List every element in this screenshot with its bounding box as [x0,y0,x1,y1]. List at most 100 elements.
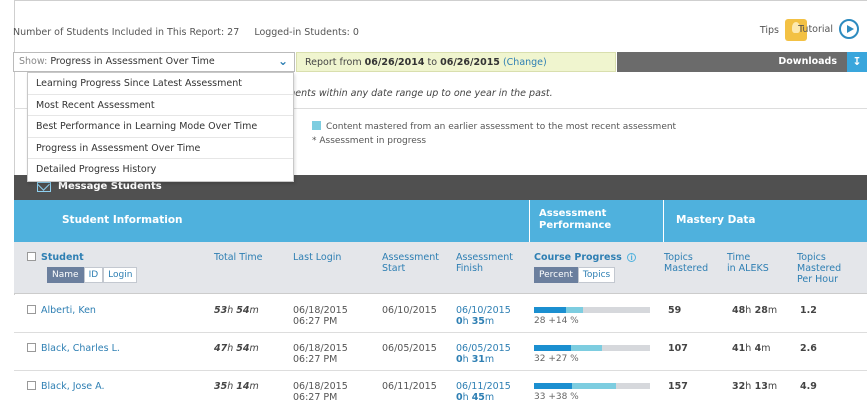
assessment-performance-header: Assessment Performance [530,200,664,242]
course-progress-percent: 28 +14 % [534,316,579,326]
total-time-cell: 35h 14m [214,381,259,392]
percent-button[interactable]: Percent [534,267,578,283]
assessment-finish-line1: Assessment [456,252,513,263]
show-value: Progress in Assessment Over Time [50,56,215,67]
finish-hours: 0 [456,354,463,365]
progress-prior-fill [534,383,573,389]
report-to-word: to [427,57,438,68]
legend-in-progress: * Assessment in progress [312,136,427,146]
topics-button[interactable]: Topics [577,267,616,283]
time-in-aleks-cell: 48h 28m [732,305,777,316]
chevron-down-icon: ⌄ [277,54,288,68]
aleks-hours: 32 [732,381,746,392]
play-icon [839,19,859,39]
report-type-menu: Learning Progress Since Latest Assessmen… [27,72,294,182]
assessment-finish-link[interactable]: 06/11/2015 0h 45m [456,381,511,403]
column-headers: Student Name ID Login Total Time Last Lo… [14,242,867,294]
assessment-finish-link[interactable]: 06/10/2015 0h 35m [456,305,511,327]
legend-mastered-text: Content mastered from an earlier assessm… [326,122,677,132]
progress-gain-fill [572,383,617,389]
aleks-hours: 41 [732,343,746,354]
tutorial-label: Tutorial [798,23,833,35]
total-hours: 53 [214,305,228,316]
finish-date: 06/10/2015 [456,305,511,316]
table-row: Black, Jose A. 35h 14m 06/18/2015 06:27 … [14,371,867,406]
topics-per-hour-cell: 2.6 [800,343,817,354]
student-name-link[interactable]: Black, Jose A. [41,381,105,392]
last-login-cell: 06/18/2015 06:27 PM [293,381,348,403]
topics-mastered-column-header[interactable]: Topics Mastered [664,252,708,274]
topics-per-hour-cell: 1.2 [800,305,817,316]
hours-unit: h [462,354,469,365]
menu-item-learning-progress[interactable]: Learning Progress Since Latest Assessmen… [28,73,293,95]
last-login-date: 06/18/2015 [293,305,348,316]
select-all-checkbox[interactable] [27,252,36,261]
topics-per-hour-line3: Per Hour [797,274,839,285]
minutes-unit: m [249,343,259,354]
show-report-select[interactable]: Show: Progress in Assessment Over Time ⌄ [13,52,295,72]
progress-mode-toggle: Percent Topics [534,267,616,283]
assessment-finish-link[interactable]: 06/05/2015 0h 31m [456,343,511,365]
last-login-cell: 06/18/2015 06:27 PM [293,343,348,365]
assessment-start-cell: 06/11/2015 [382,381,437,392]
topics-mastered-line1: Topics [664,252,693,263]
course-progress-column-header[interactable]: Course Progress i [534,252,637,263]
total-time-column-header[interactable]: Total Time [214,252,262,263]
hours-unit: h [462,316,469,327]
menu-item-best-performance[interactable]: Best Performance in Learning Mode Over T… [28,116,293,138]
student-sort-toggle: Name ID Login [47,267,138,283]
time-in-aleks-line1: Time [727,252,751,263]
last-login-cell: 06/18/2015 06:27 PM [293,305,348,327]
assessment-finish-column-header[interactable]: Assessment Finish [456,252,513,274]
topics-mastered-cell: 107 [668,343,688,354]
finish-minutes: 31 [471,354,485,365]
menu-item-progress-assessment[interactable]: Progress in Assessment Over Time [28,138,293,159]
row-checkbox[interactable] [27,381,36,390]
menu-item-most-recent[interactable]: Most Recent Assessment [28,95,293,116]
download-icon: ↧ [847,52,867,72]
info-icon[interactable]: i [627,253,637,262]
last-login-date: 06/18/2015 [293,381,348,392]
hours-unit: h [745,305,752,316]
downloads-label: Downloads [778,56,837,67]
downloads-button[interactable]: Downloads ↧ [617,52,867,72]
hours-unit: h [227,305,234,316]
sort-login-button[interactable]: Login [103,267,138,283]
student-name-link[interactable]: Black, Charles L. [41,343,120,354]
sort-name-button[interactable]: Name [47,267,84,283]
table-row: Black, Charles L. 47h 54m 06/18/2015 06:… [14,333,867,371]
student-name-link[interactable]: Alberti, Ken [41,305,96,316]
last-login-column-header[interactable]: Last Login [293,252,341,263]
envelope-icon [37,182,51,192]
row-checkbox[interactable] [27,305,36,314]
message-students-label: Message Students [58,181,162,192]
tutorial-button[interactable]: Tutorial [798,19,859,39]
minutes-unit: m [484,316,495,327]
total-hours: 47 [214,343,228,354]
assessment-start-line2: Start [382,263,406,274]
total-minutes: 14 [236,381,250,392]
course-progress-label: Course Progress [534,252,622,263]
assessment-start-column-header[interactable]: Assessment Start [382,252,439,274]
student-information-header: Student Information [14,200,530,242]
course-progress-percent: 32 +27 % [534,354,579,364]
student-column-header[interactable]: Student [27,252,84,263]
assessment-start-cell: 06/10/2015 [382,305,437,316]
topics-per-hour-line2: Mastered [797,263,842,274]
table-group-header: Student Information Assessment Performan… [14,200,867,242]
table-row: Alberti, Ken 53h 54m 06/18/2015 06:27 PM… [14,295,867,333]
time-in-aleks-cell: 32h 13m [732,381,777,392]
topics-per-hour-column-header[interactable]: Topics Mastered Per Hour [797,252,841,285]
show-label: Show: [19,56,48,67]
date-range-note: ments within any date range up to one ye… [286,88,553,99]
hours-unit: h [462,392,469,403]
menu-item-detailed-history[interactable]: Detailed Progress History [28,159,293,181]
sort-id-button[interactable]: ID [83,267,104,283]
change-date-link[interactable]: (Change) [503,57,547,68]
progress-gain-fill [571,345,603,351]
total-hours: 35 [214,381,228,392]
time-in-aleks-column-header[interactable]: Time in ALEKS [727,252,769,274]
minutes-unit: m [249,381,259,392]
legend-mastered: Content mastered from an earlier assessm… [312,121,676,132]
row-checkbox[interactable] [27,343,36,352]
